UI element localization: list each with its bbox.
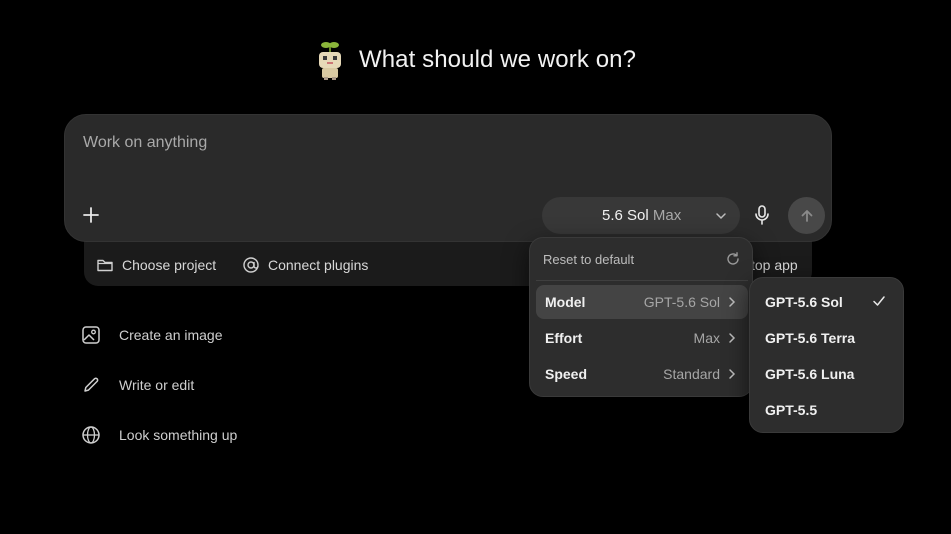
- menu-item-value: Standard: [663, 366, 720, 382]
- desktop-app-link[interactable]: top app: [751, 257, 798, 273]
- refresh-icon: [727, 252, 739, 265]
- choose-project-button[interactable]: Choose project: [96, 256, 216, 274]
- model-option-luna[interactable]: GPT-5.6 Luna: [765, 366, 854, 382]
- image-icon: [82, 326, 100, 344]
- menu-divider: [536, 280, 748, 281]
- choose-project-label: Choose project: [122, 257, 217, 273]
- model-option-sol[interactable]: GPT-5.6 Sol: [765, 294, 843, 310]
- folder-icon: [97, 259, 113, 272]
- plus-icon: [83, 207, 99, 223]
- checkmark-icon: [873, 296, 885, 306]
- send-button[interactable]: [788, 197, 825, 234]
- page-title: What should we work on?: [358, 46, 637, 73]
- reset-to-default-button[interactable]: Reset to default: [543, 252, 741, 268]
- chevron-right-icon: [729, 369, 736, 379]
- suggestion-label: Look something up: [119, 427, 238, 443]
- sprout-robot-icon: [318, 42, 341, 80]
- model-name: 5.6 Sol: [602, 207, 649, 224]
- model-option-terra[interactable]: GPT-5.6 Terra: [765, 330, 855, 346]
- model-selector-button[interactable]: 5.6 Sol Max: [542, 197, 740, 234]
- microphone-icon[interactable]: [751, 204, 773, 226]
- menu-item-value: Max: [693, 330, 720, 346]
- reset-label: Reset to default: [543, 252, 635, 267]
- page-heading: What should we work on?: [0, 40, 951, 80]
- menu-item-key: Model: [545, 294, 586, 310]
- menu-item-model[interactable]: Model GPT-5.6 Sol: [536, 285, 748, 319]
- model-settings-menu: Reset to default Model GPT-5.6 Sol Effor…: [529, 237, 753, 397]
- connect-plugins-label: Connect plugins: [268, 257, 369, 273]
- suggestion-look-up[interactable]: Look something up: [81, 425, 237, 445]
- model-selector-label: 5.6 Sol Max: [602, 207, 681, 224]
- add-attachment-button[interactable]: [79, 203, 103, 227]
- model-option-5-5[interactable]: GPT-5.5: [765, 402, 817, 418]
- menu-item-effort[interactable]: Effort Max: [536, 321, 748, 355]
- menu-item-key: Effort: [545, 330, 583, 346]
- at-sign-icon: [243, 257, 259, 273]
- chevron-right-icon: [729, 297, 736, 307]
- suggestion-label: Create an image: [119, 327, 223, 343]
- chevron-right-icon: [729, 333, 736, 343]
- suggestion-write-edit[interactable]: Write or edit: [81, 375, 194, 395]
- composer: 5.6 Sol Max: [64, 114, 832, 242]
- menu-item-speed[interactable]: Speed Standard: [536, 357, 748, 391]
- arrow-up-icon: [801, 209, 812, 222]
- prompt-input[interactable]: [83, 134, 583, 152]
- model-submenu: GPT-5.6 Sol GPT-5.6 Terra GPT-5.6 Luna G…: [749, 277, 904, 433]
- suggestion-create-image[interactable]: Create an image: [81, 325, 223, 345]
- menu-item-key: Speed: [545, 366, 588, 382]
- menu-item-value: GPT-5.6 Sol: [643, 294, 720, 310]
- pencil-icon: [84, 377, 99, 392]
- effort-label: Max: [652, 207, 682, 224]
- chevron-down-icon: [716, 213, 726, 220]
- connect-plugins-button[interactable]: Connect plugins: [242, 256, 368, 274]
- suggestion-label: Write or edit: [119, 377, 195, 393]
- globe-icon: [82, 426, 100, 444]
